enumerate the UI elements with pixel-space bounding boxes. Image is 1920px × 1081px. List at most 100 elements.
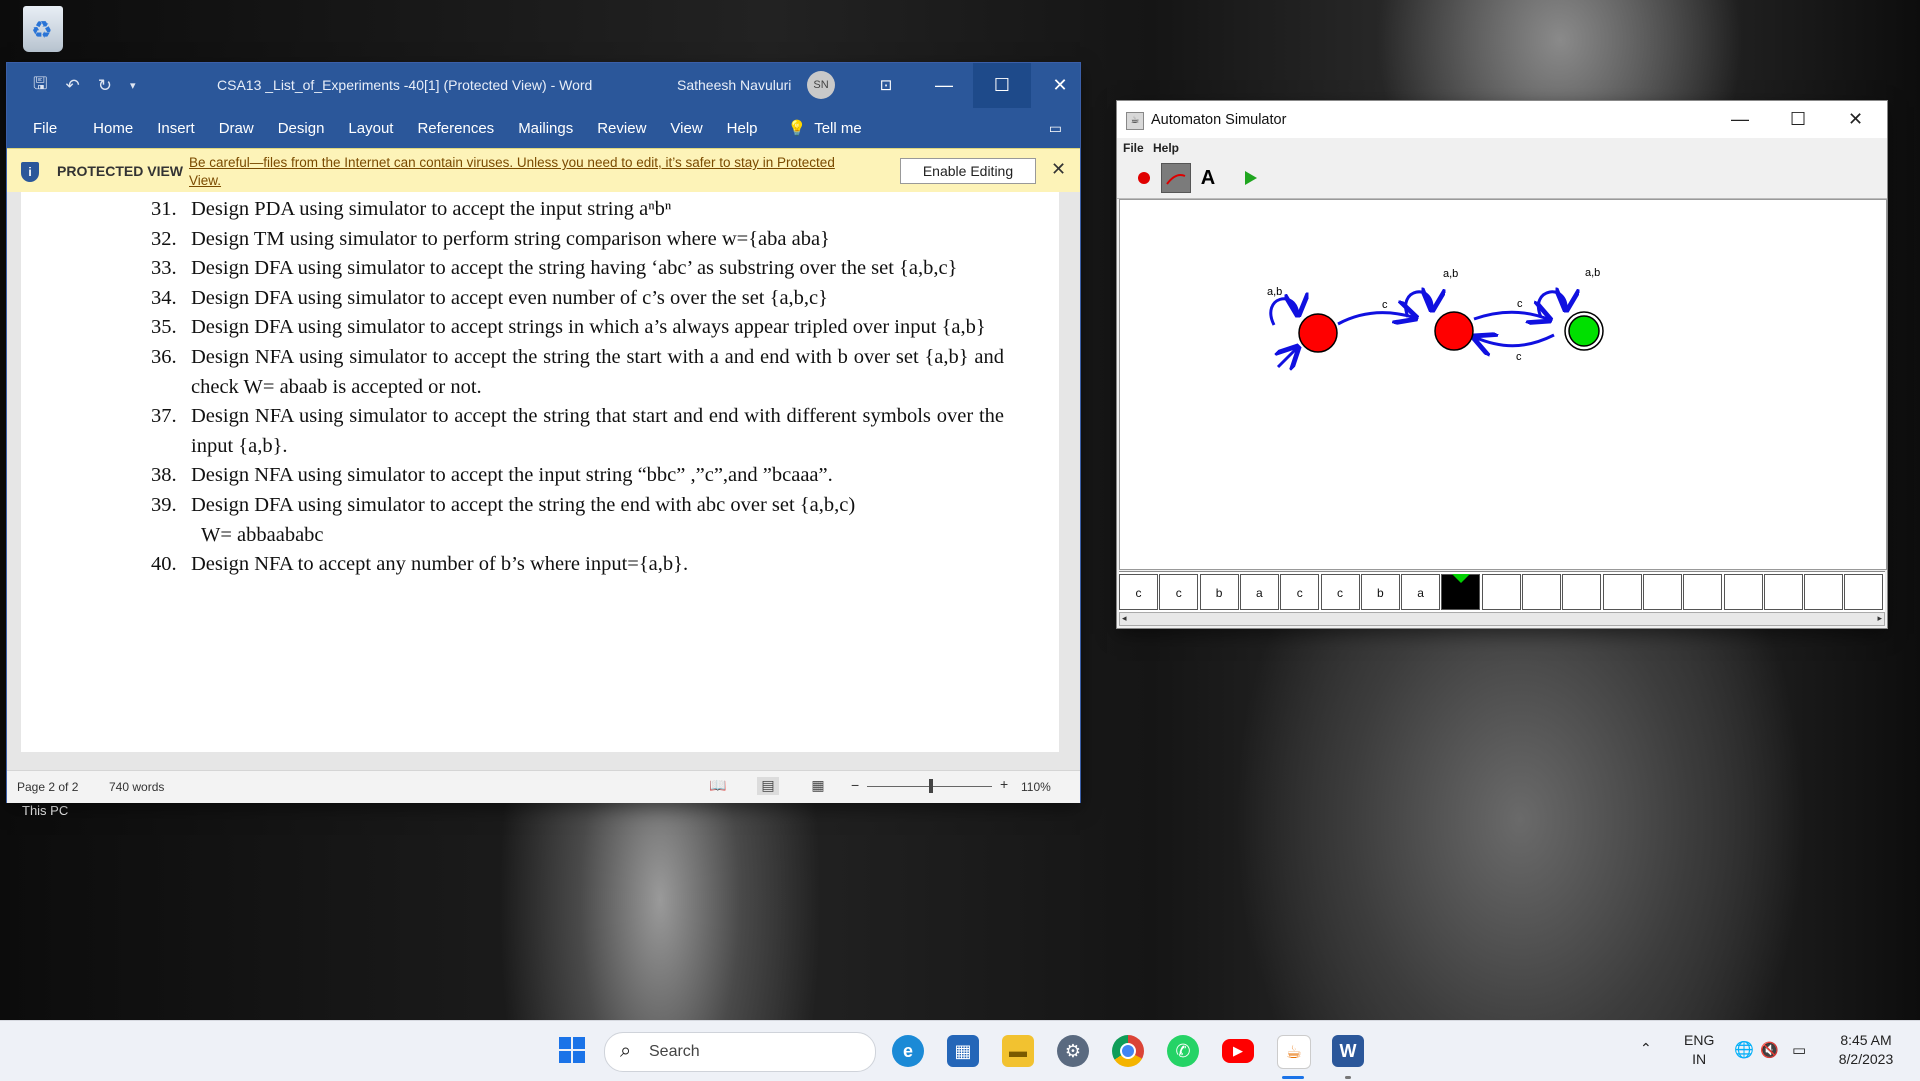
web-layout-icon[interactable]: ▦ bbox=[807, 777, 829, 795]
tab-draw[interactable]: Draw bbox=[219, 120, 254, 137]
chevron-up-icon[interactable]: ⌃ bbox=[1640, 1039, 1652, 1058]
tab-file[interactable]: File bbox=[33, 120, 57, 137]
loop-q2 bbox=[1538, 292, 1566, 317]
tape-cell: c bbox=[1280, 574, 1319, 610]
print-layout-icon[interactable]: ▤ bbox=[757, 777, 779, 795]
word-count[interactable]: 740 words bbox=[109, 780, 164, 794]
horizontal-scrollbar[interactable]: ◂ ▸ bbox=[1119, 612, 1885, 626]
globe-icon[interactable]: 🌐 bbox=[1734, 1041, 1754, 1060]
experiment-item: 33.Design DFA using simulator to accept … bbox=[151, 254, 1004, 284]
ribbon-tabs: File Home Insert Draw Design Layout Refe… bbox=[7, 108, 1080, 148]
tape-cell: a bbox=[1401, 574, 1440, 610]
tab-home[interactable]: Home bbox=[93, 120, 133, 137]
ribbon-display-options-icon[interactable]: ⊡ bbox=[857, 63, 915, 108]
item-number: 38. bbox=[151, 461, 177, 491]
zoom-out-icon[interactable]: − bbox=[851, 777, 859, 793]
windows-start-icon[interactable] bbox=[556, 1035, 588, 1067]
tape-cell bbox=[1562, 574, 1601, 610]
document-page[interactable]: 31.Design PDA using simulator to accept … bbox=[21, 192, 1059, 752]
protected-view-message[interactable]: Be careful—files from the Internet can c… bbox=[189, 154, 869, 190]
experiment-item: 32. Design TM using simulator to perform … bbox=[151, 225, 1004, 255]
language-indicator[interactable]: ENG IN bbox=[1684, 1031, 1714, 1069]
experiment-item: 37.Design NFA using simulator to accept … bbox=[151, 402, 1004, 461]
tab-view[interactable]: View bbox=[670, 120, 702, 137]
maximize-button[interactable]: ☐ bbox=[1790, 109, 1806, 130]
tab-mailings[interactable]: Mailings bbox=[518, 120, 573, 137]
run-icon[interactable] bbox=[1235, 163, 1265, 193]
minimize-button[interactable]: — bbox=[915, 63, 973, 108]
menu-help[interactable]: Help bbox=[1153, 141, 1179, 155]
state-tool-icon[interactable] bbox=[1129, 163, 1159, 193]
edge-icon[interactable]: e bbox=[892, 1035, 924, 1067]
scroll-left-icon[interactable]: ◂ bbox=[1122, 613, 1127, 624]
clock[interactable]: 8:45 AM 8/2/2023 bbox=[1830, 1031, 1902, 1069]
microsoft-store-icon[interactable]: ▦ bbox=[947, 1035, 979, 1067]
avatar[interactable]: SN bbox=[807, 71, 835, 99]
label-edge-q1-q2: c bbox=[1517, 298, 1523, 310]
start-arrow bbox=[1278, 347, 1298, 367]
tab-help[interactable]: Help bbox=[727, 120, 758, 137]
zoom-slider[interactable] bbox=[867, 786, 992, 787]
item-text: Design NFA using simulator to accept the… bbox=[191, 346, 1004, 398]
tell-me-search[interactable]: Tell me bbox=[814, 120, 862, 137]
experiment-item: 38.Design NFA using simulator to accept … bbox=[151, 461, 1004, 491]
redo-icon[interactable]: ↻ bbox=[98, 76, 112, 96]
zoom-level[interactable]: 110% bbox=[1021, 780, 1051, 794]
status-bar: Page 2 of 2 740 words 📖 ▤ ▦ − + 110% bbox=[7, 770, 1080, 803]
experiment-item: 34.Design DFA using simulator to accept … bbox=[151, 284, 1004, 314]
tab-insert[interactable]: Insert bbox=[157, 120, 195, 137]
tab-review[interactable]: Review bbox=[597, 120, 646, 137]
tape-cell: a bbox=[1240, 574, 1279, 610]
read-mode-icon[interactable]: 📖 bbox=[707, 777, 729, 795]
automaton-canvas[interactable]: a,b a,b a,b c c c bbox=[1119, 199, 1887, 570]
tab-references[interactable]: References bbox=[417, 120, 494, 137]
loop-q1 bbox=[1406, 292, 1432, 317]
mute-icon[interactable]: 🔇 bbox=[1760, 1041, 1779, 1060]
close-icon[interactable]: ✕ bbox=[1051, 159, 1066, 180]
undo-icon[interactable]: ↶ bbox=[65, 76, 79, 96]
word-icon[interactable]: W bbox=[1332, 1035, 1364, 1067]
settings-icon[interactable]: ⚙ bbox=[1057, 1035, 1089, 1067]
enable-editing-button[interactable]: Enable Editing bbox=[900, 158, 1036, 184]
recycle-bin-shortcut[interactable] bbox=[18, 6, 68, 52]
comments-icon[interactable]: ▭ bbox=[1049, 120, 1062, 137]
scroll-right-icon[interactable]: ▸ bbox=[1877, 613, 1882, 624]
search-box[interactable]: ⌕ Search bbox=[604, 1032, 876, 1072]
minimize-button[interactable]: — bbox=[1731, 109, 1749, 130]
whatsapp-icon[interactable]: ✆ bbox=[1167, 1035, 1199, 1067]
zoom-in-icon[interactable]: + bbox=[1000, 776, 1008, 792]
user-name[interactable]: Satheesh Navuluri bbox=[677, 77, 791, 93]
maximize-button[interactable]: ☐ bbox=[973, 63, 1031, 108]
page-count[interactable]: Page 2 of 2 bbox=[17, 780, 78, 794]
automaton-window: ☕ Automaton Simulator — ☐ ✕ File Help A bbox=[1117, 101, 1887, 628]
window-title: Automaton Simulator bbox=[1151, 112, 1286, 128]
this-pc-label[interactable]: This PC bbox=[22, 803, 68, 818]
youtube-icon[interactable]: ▶ bbox=[1222, 1039, 1254, 1063]
chrome-icon[interactable] bbox=[1112, 1035, 1144, 1067]
customize-quick-access-icon[interactable]: ▾ bbox=[130, 79, 136, 92]
experiment-item: 40.Design NFA to accept any number of b’… bbox=[151, 550, 1004, 580]
tape-cell bbox=[1522, 574, 1561, 610]
label-loop-q1: a,b bbox=[1443, 268, 1458, 280]
menu-file[interactable]: File bbox=[1123, 141, 1144, 155]
label-tool-icon[interactable]: A bbox=[1193, 163, 1223, 193]
tape-cell bbox=[1482, 574, 1521, 610]
tape-cell bbox=[1724, 574, 1763, 610]
tape-cell bbox=[1603, 574, 1642, 610]
tab-layout[interactable]: Layout bbox=[348, 120, 393, 137]
label-loop-q2: a,b bbox=[1585, 267, 1600, 279]
file-explorer-icon[interactable]: ▬ bbox=[1002, 1035, 1034, 1067]
item-number: 32. bbox=[151, 225, 177, 255]
transition-tool-icon[interactable] bbox=[1161, 163, 1191, 193]
edge-q0-q1 bbox=[1338, 313, 1416, 324]
close-button[interactable]: ✕ bbox=[1848, 109, 1863, 130]
close-button[interactable]: ✕ bbox=[1031, 63, 1089, 108]
save-icon[interactable]: 🖫 bbox=[33, 71, 47, 100]
active-app-indicator bbox=[1282, 1076, 1304, 1079]
java-icon[interactable]: ☕ bbox=[1277, 1035, 1311, 1069]
battery-icon[interactable]: ▭ bbox=[1792, 1041, 1806, 1060]
item-text: Design TM using simulator to perform str… bbox=[191, 228, 830, 250]
tab-design[interactable]: Design bbox=[278, 120, 325, 137]
experiment-item: W= abbaababc bbox=[151, 521, 1004, 551]
experiment-item: 39.Design DFA using simulator to accept … bbox=[151, 491, 1004, 521]
